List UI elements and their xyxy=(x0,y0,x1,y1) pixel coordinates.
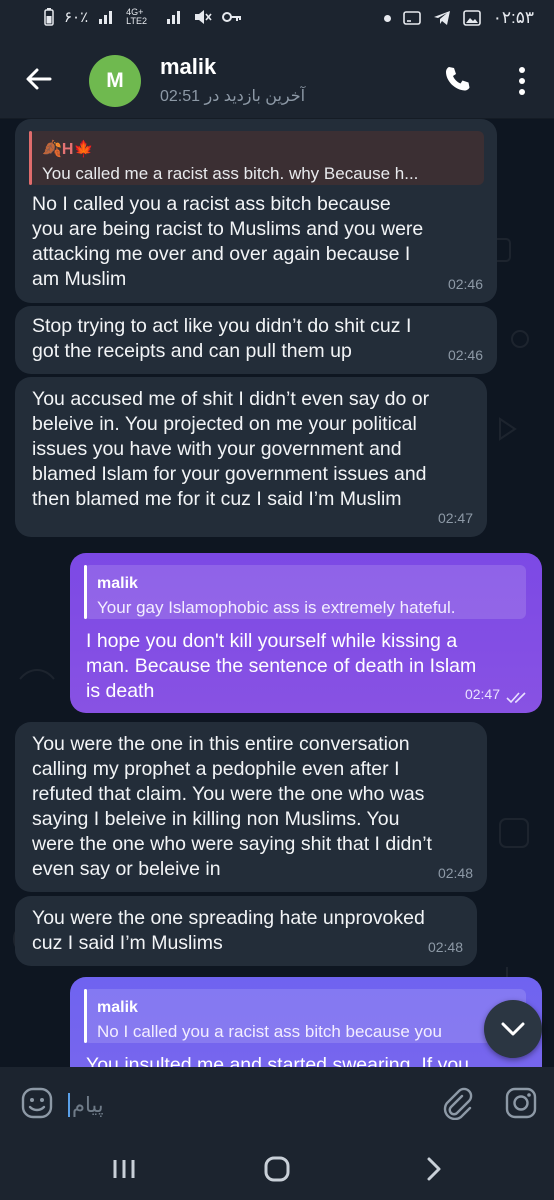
message-line: man. Because the sentence of death in Is… xyxy=(86,655,477,677)
message-bubble[interactable]: You were the one spreading hate unprovok… xyxy=(15,896,477,966)
message-line: calling my prophet a pedophile even afte… xyxy=(32,758,400,780)
mute-icon xyxy=(195,10,212,24)
message-bubble[interactable]: malik No I called you a racist ass bitch… xyxy=(70,977,542,1067)
message-composer: پیام xyxy=(0,1067,554,1142)
signal-icon xyxy=(167,11,181,24)
message-line: cuz I said I’m Muslims xyxy=(32,932,223,954)
message-input[interactable]: پیام xyxy=(66,1085,406,1123)
home-icon xyxy=(264,1156,290,1182)
network-type: 4G+ LTE2 xyxy=(126,7,148,26)
reply-author: malik xyxy=(97,999,138,1016)
message-line: blamed Islam for your government issues … xyxy=(32,463,427,485)
reply-preview[interactable]: malik No I called you a racist ass bitch… xyxy=(84,989,526,1043)
signal-icon xyxy=(99,11,113,24)
message-line: attacking me over and over again because… xyxy=(32,243,411,265)
telegram-icon xyxy=(433,11,450,25)
message-line: You were the one in this entire conversa… xyxy=(32,733,410,755)
message-line: beleive in. You projected on me your pol… xyxy=(32,413,417,435)
message-line: You insulted me and started swearing. If… xyxy=(86,1054,470,1067)
message-time: 02:48 xyxy=(427,939,463,955)
message-line: got the receipts and can pull them up xyxy=(32,340,352,362)
chevron-right-icon xyxy=(427,1157,441,1181)
message-line: even say or beleive in xyxy=(32,858,221,880)
battery-icon xyxy=(44,8,54,26)
message-line: I hope you don't kill yourself while kis… xyxy=(86,630,458,652)
paperclip-icon xyxy=(443,1087,473,1120)
message-line: issues you have with your government and xyxy=(32,438,402,460)
recents-icon xyxy=(113,1160,135,1178)
input-placeholder: پیام xyxy=(72,1094,104,1117)
system-navigation-bar xyxy=(0,1142,554,1200)
reply-preview[interactable]: malik Your gay Islamophobic ass is extre… xyxy=(84,565,526,619)
scroll-to-bottom-button[interactable] xyxy=(484,1000,542,1058)
instagram-camera-icon xyxy=(505,1087,537,1119)
message-time: 02:46 xyxy=(447,347,483,363)
message-bubble[interactable]: Stop trying to act like you didn’t do sh… xyxy=(15,306,497,374)
reply-text: You called me a racist ass bitch. why Be… xyxy=(42,164,419,183)
battery-percent: ۶۰٪ xyxy=(64,9,89,26)
more-vert-icon xyxy=(519,67,525,95)
clock: ۰۲:۵۳ xyxy=(492,8,534,27)
message-time: 02:47 xyxy=(464,686,500,702)
message-bubble[interactable]: malik Your gay Islamophobic ass is extre… xyxy=(70,553,542,713)
reply-author: 🍂H🍁 xyxy=(42,141,94,158)
message-time: 02:47 xyxy=(437,510,473,526)
chevron-down-icon xyxy=(501,1022,525,1036)
message-bubble[interactable]: 🍂H🍁 You called me a racist ass bitch. wh… xyxy=(15,119,497,303)
message-line: saying I beleive in killing non Muslims.… xyxy=(32,808,400,830)
back-nav-button[interactable] xyxy=(420,1154,448,1184)
double-check-icon xyxy=(506,692,526,704)
gallery-icon xyxy=(462,10,481,26)
attach-button[interactable] xyxy=(440,1086,474,1120)
message-line: were the one who were saying shit that I… xyxy=(32,833,432,855)
avatar[interactable]: M xyxy=(89,55,141,107)
more-menu-button[interactable] xyxy=(510,64,534,98)
chat-header: M malik آخرین بازدید در 02:51 xyxy=(0,40,554,119)
message-line: You accused me of shit I didn’t even say… xyxy=(32,388,430,410)
text-cursor xyxy=(68,1093,70,1117)
emoji-button[interactable] xyxy=(20,1086,54,1120)
camera-button[interactable] xyxy=(504,1086,538,1120)
home-button[interactable] xyxy=(262,1154,292,1184)
notification-dot xyxy=(383,14,391,22)
message-list[interactable]: 🍂H🍁 You called me a racist ass bitch. wh… xyxy=(0,119,554,1067)
message-time: 02:46 xyxy=(447,276,483,292)
message-line: refuted that claim. You were the one who… xyxy=(32,783,425,805)
message-line: then blamed me for it cuz I said I’m Mus… xyxy=(32,488,402,510)
phone-icon xyxy=(446,67,470,91)
cast-icon xyxy=(402,11,421,25)
reply-author: malik xyxy=(97,575,138,592)
message-line: No I called you a racist ass bitch becau… xyxy=(32,193,391,215)
chat-title[interactable]: malik xyxy=(160,54,216,80)
message-bubble[interactable]: You were the one in this entire conversa… xyxy=(15,722,487,892)
reply-text: Your gay Islamophobic ass is extremely h… xyxy=(97,598,456,617)
message-line: you are being racist to Muslims and you … xyxy=(32,218,424,240)
smile-icon xyxy=(21,1087,53,1119)
back-button[interactable] xyxy=(22,62,56,96)
reply-preview[interactable]: 🍂H🍁 You called me a racist ass bitch. wh… xyxy=(29,131,484,185)
arrow-left-icon xyxy=(26,68,52,90)
message-line: Stop trying to act like you didn’t do sh… xyxy=(32,315,412,337)
last-seen-status: آخرین بازدید در 02:51 xyxy=(160,88,306,105)
status-bar: ۶۰٪ 4G+ LTE2 ۰۲:۵۳ xyxy=(0,0,554,40)
message-line: You were the one spreading hate unprovok… xyxy=(32,907,425,929)
call-button[interactable] xyxy=(442,64,472,94)
key-icon xyxy=(222,12,242,22)
reply-text: No I called you a racist ass bitch becau… xyxy=(97,1022,442,1041)
message-time: 02:48 xyxy=(437,865,473,881)
recent-apps-button[interactable] xyxy=(110,1154,138,1184)
message-line: am Muslim xyxy=(32,268,127,290)
message-bubble[interactable]: You accused me of shit I didn’t even say… xyxy=(15,377,487,537)
